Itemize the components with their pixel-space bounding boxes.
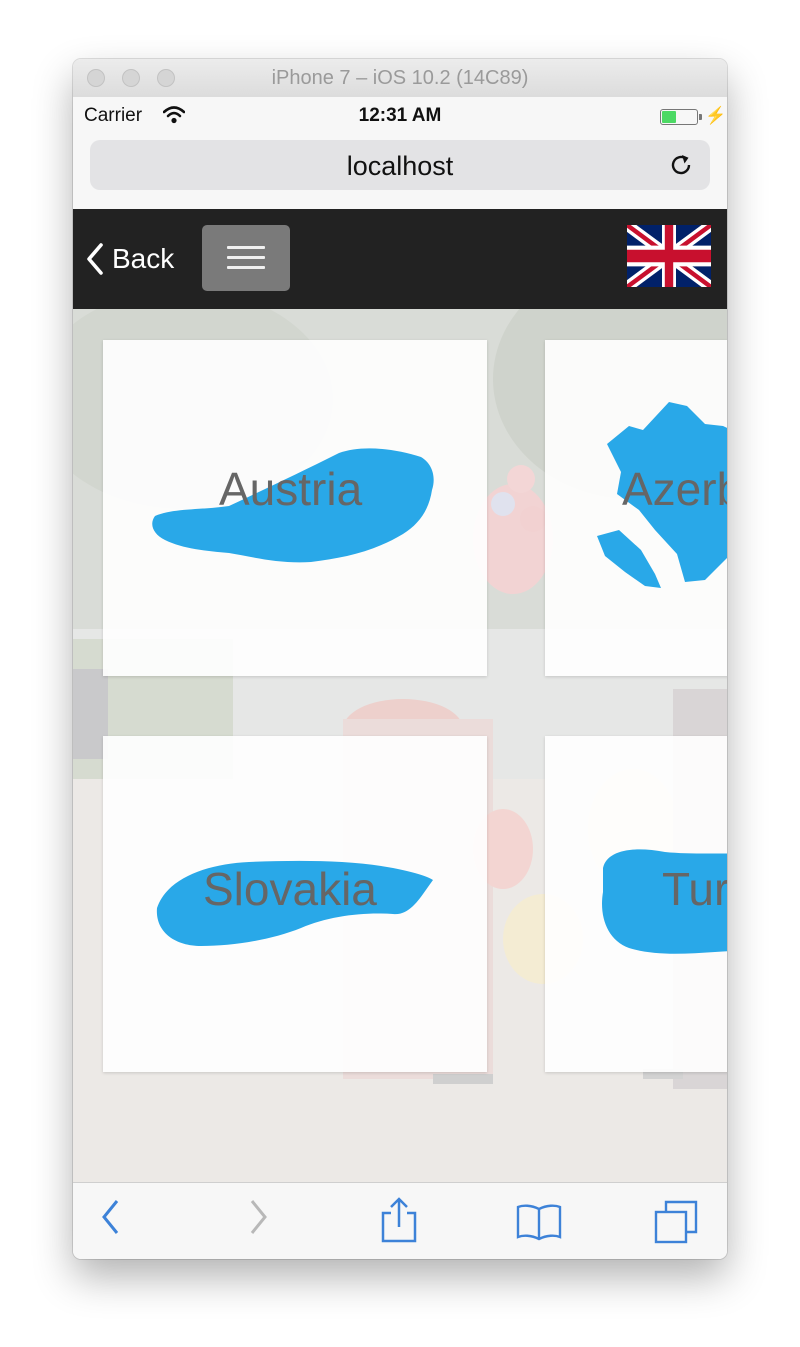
country-name: Azerbaijan xyxy=(622,463,727,515)
battery-icon xyxy=(660,109,698,125)
country-tile-azerbaijan[interactable]: Azerbaijan xyxy=(545,340,727,676)
bookmarks-icon[interactable] xyxy=(515,1203,563,1241)
country-tile-turkey[interactable]: Turkey xyxy=(545,736,727,1072)
back-label: Back xyxy=(112,243,175,274)
country-name: Turkey xyxy=(662,863,727,915)
share-icon[interactable] xyxy=(380,1197,418,1243)
back-icon[interactable] xyxy=(99,1197,123,1237)
country-name: Slovakia xyxy=(203,863,377,915)
country-grid[interactable]: Austria Azerbaijan Slovakia Turkey xyxy=(73,309,727,1182)
hamburger-line xyxy=(227,266,265,269)
window-title: iPhone 7 – iOS 10.2 (14C89) xyxy=(271,67,529,89)
reload-icon[interactable] xyxy=(668,152,694,178)
uk-flag-icon[interactable] xyxy=(627,225,711,287)
safari-toolbar xyxy=(73,1182,727,1259)
safari-address-area: localhost xyxy=(73,137,727,209)
tabs-icon[interactable] xyxy=(654,1200,700,1246)
country-tile-slovakia[interactable]: Slovakia xyxy=(103,736,487,1072)
window-titlebar: iPhone 7 – iOS 10.2 (14C89) xyxy=(73,59,727,98)
menu-button[interactable] xyxy=(202,225,290,291)
country-tile-austria[interactable]: Austria xyxy=(103,340,487,676)
charging-icon: ⚡ xyxy=(705,106,727,125)
country-name: Austria xyxy=(219,463,363,515)
app-navbar: Back xyxy=(73,209,727,309)
status-time: 12:31 AM xyxy=(358,105,442,126)
hamburger-line xyxy=(227,246,265,249)
simulator-window: iPhone 7 – iOS 10.2 (14C89) Carrier 12:3… xyxy=(73,59,727,1259)
battery-level xyxy=(662,111,677,123)
address-bar[interactable]: localhost xyxy=(90,140,710,190)
hamburger-line xyxy=(227,256,265,259)
back-button[interactable]: Back xyxy=(85,239,174,279)
url-text[interactable]: localhost xyxy=(90,151,710,182)
ios-status-bar: Carrier 12:31 AM ⚡ xyxy=(73,97,727,137)
chevron-left-icon xyxy=(87,243,103,275)
battery-cap xyxy=(699,114,702,120)
forward-icon[interactable] xyxy=(246,1197,270,1237)
